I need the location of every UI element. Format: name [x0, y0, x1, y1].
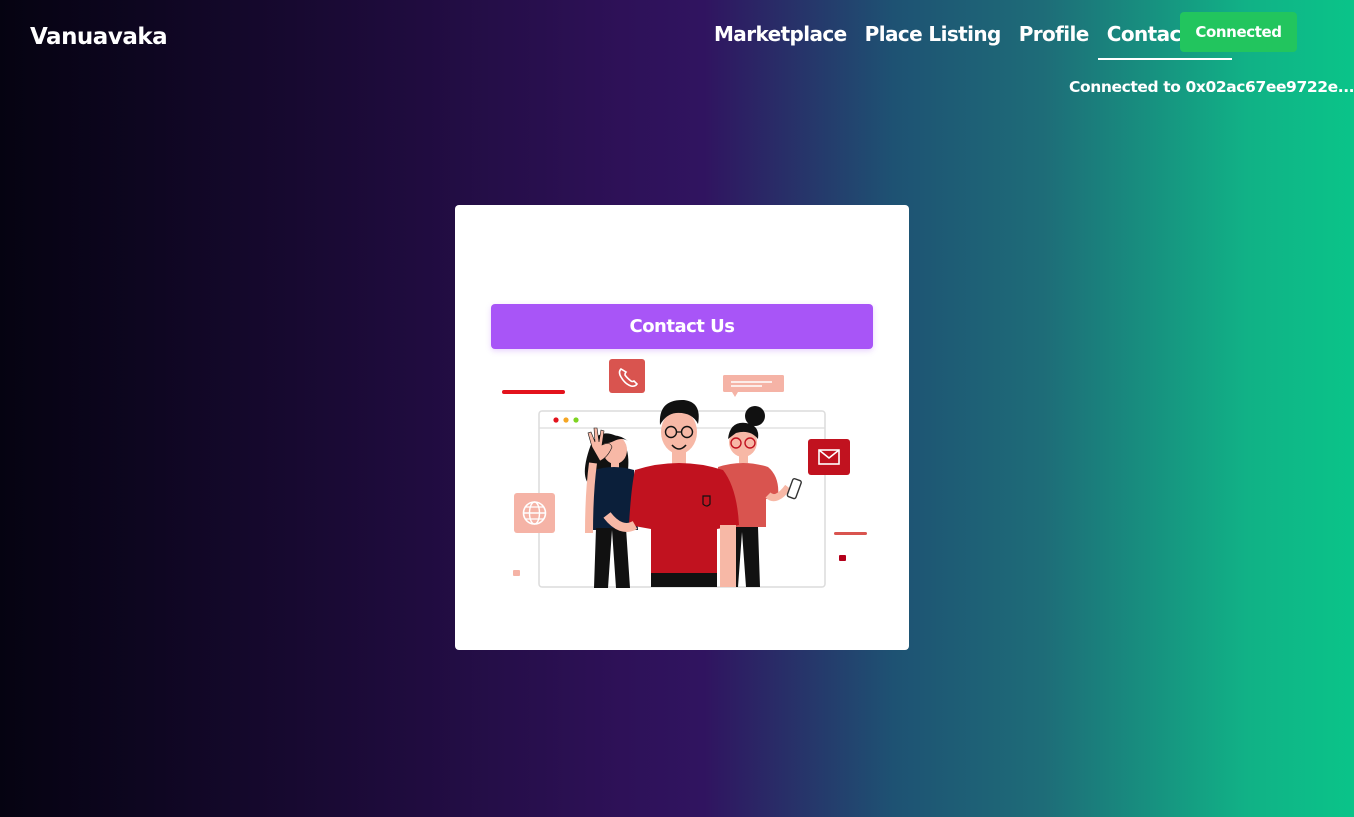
accent-dot — [839, 555, 846, 561]
chat-bubble-icon — [723, 375, 784, 397]
contact-us-button[interactable]: Contact Us — [491, 304, 873, 349]
accent-line-red — [502, 390, 565, 394]
mail-icon — [808, 439, 850, 475]
phone-icon — [609, 359, 645, 393]
wallet-status-text: Connected to 0x02ac67ee9722e... — [1069, 78, 1354, 96]
nav-place-listing[interactable]: Place Listing — [856, 22, 1010, 58]
globe-icon — [514, 493, 555, 533]
wallet-connected-button[interactable]: Connected — [1180, 12, 1297, 52]
main-nav: Marketplace Place Listing Profile Contac… — [705, 22, 1233, 60]
accent-line-coral — [834, 532, 867, 535]
nav-profile[interactable]: Profile — [1010, 22, 1098, 58]
accent-dot-pink — [513, 570, 520, 576]
contact-team-illustration — [502, 359, 867, 588]
nav-marketplace[interactable]: Marketplace — [705, 22, 856, 58]
brand-logo[interactable]: Vanuavaka — [30, 24, 168, 50]
contact-card: Contact Us — [455, 205, 909, 650]
